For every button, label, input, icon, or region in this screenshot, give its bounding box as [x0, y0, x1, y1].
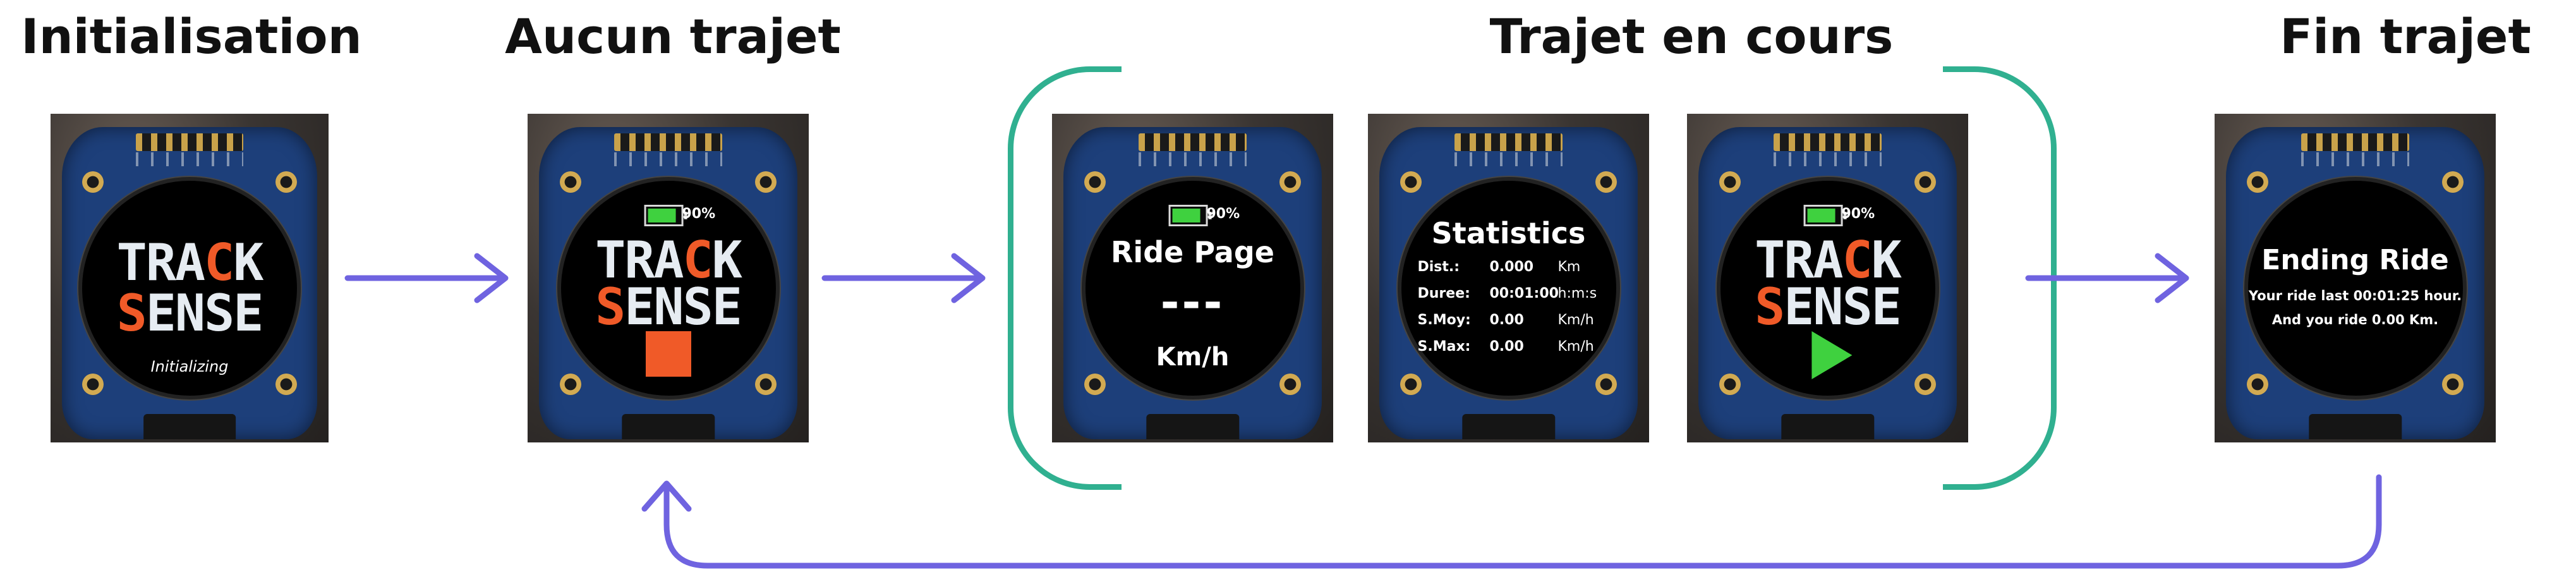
arrow-idle-to-ride	[821, 253, 986, 303]
flow-arrows	[344, 253, 2382, 569]
arrow-end-to-idle	[641, 474, 2382, 569]
arrow-ride-to-end	[2025, 253, 2189, 303]
arrow-init-to-idle	[344, 253, 509, 303]
